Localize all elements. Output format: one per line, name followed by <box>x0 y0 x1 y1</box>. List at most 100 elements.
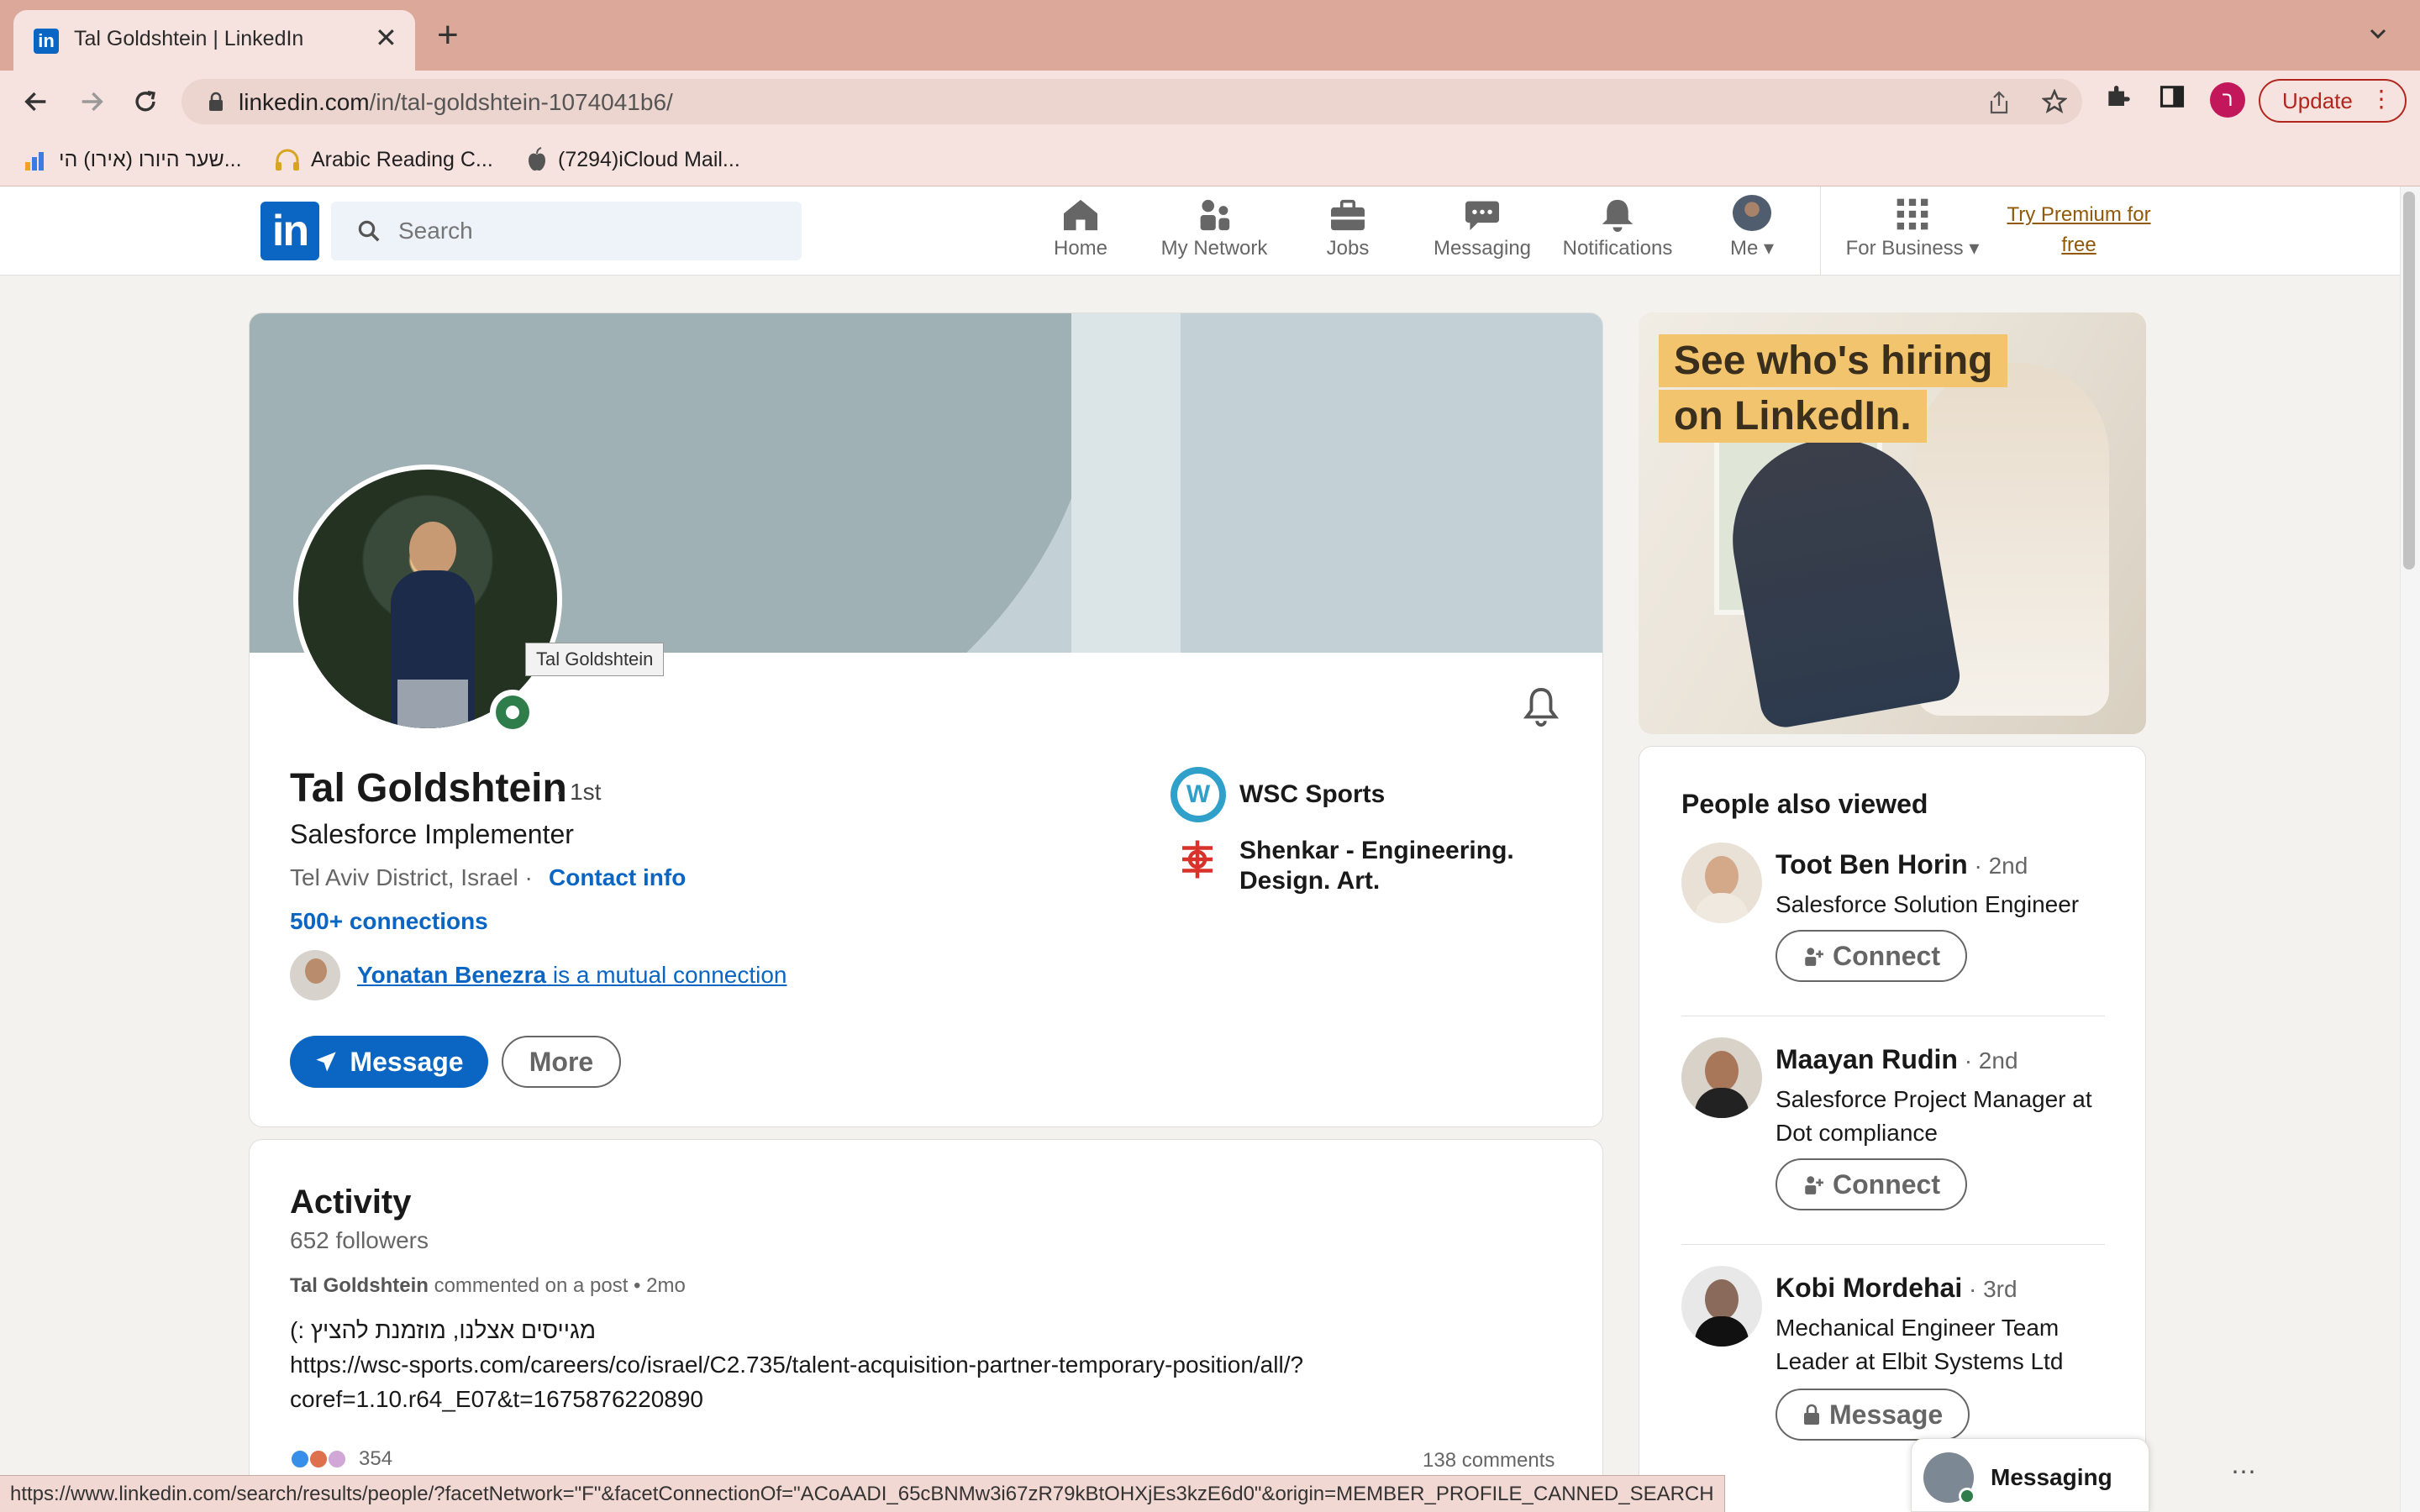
search-box[interactable] <box>331 202 802 260</box>
activity-section: Activity 652 followers Tal Goldshtein co… <box>249 1139 1603 1512</box>
nav-messaging[interactable]: Messaging <box>1425 195 1539 270</box>
scrollbar-thumb[interactable] <box>2403 192 2415 570</box>
nav-for-business-label: For Business ▾ <box>1845 237 1980 260</box>
grid-apps-icon <box>1897 198 1928 230</box>
message-button[interactable]: Message <box>290 1036 488 1088</box>
nav-notifications[interactable]: Notifications <box>1555 195 1681 270</box>
connect-label: Connect <box>1833 1168 1940 1200</box>
bookmark-item[interactable]: (7294)iCloud Mail... <box>526 143 740 176</box>
search-input[interactable] <box>398 212 785 250</box>
list-divider <box>1681 1244 2105 1245</box>
ad-headline-line1: See who's hiring <box>1659 334 2008 387</box>
person-name-link[interactable]: Toot Ben Horin · 2nd <box>1776 849 2028 880</box>
connection-degree: · 1st <box>555 779 602 805</box>
nav-my-network[interactable]: My Network <box>1151 195 1277 270</box>
share-icon[interactable] <box>1988 91 2010 114</box>
update-label: Update <box>2282 87 2353 113</box>
update-button[interactable]: Update ⋮ <box>2259 79 2407 123</box>
extensions-puzzle-icon[interactable] <box>2104 82 2131 109</box>
nav-divider <box>1820 186 1821 276</box>
add-person-icon <box>1805 1176 1823 1194</box>
connections-link[interactable]: 500+ connections <box>290 908 488 935</box>
nav-for-business[interactable]: For Business ▾ <box>1837 195 1988 270</box>
back-arrow-icon[interactable] <box>17 82 55 121</box>
me-avatar <box>1733 195 1771 231</box>
contact-info-link[interactable]: Contact info <box>549 864 686 891</box>
comments-count-link[interactable]: 138 comments <box>1423 1449 1555 1473</box>
more-button[interactable]: More <box>502 1036 621 1088</box>
person-avatar[interactable] <box>1681 1266 1762 1347</box>
current-company-link[interactable]: WSC Sports <box>1239 780 1385 809</box>
person-headline: Salesforce Solution Engineer <box>1776 891 2080 917</box>
premium-line2: free <box>2061 234 2096 256</box>
try-premium-link[interactable]: Try Premium for free <box>1996 200 2161 260</box>
bookmark-label: Arabic Reading C... <box>311 147 493 171</box>
nav-notifications-label: Notifications <box>1562 237 1673 260</box>
followers-count: 652 followers <box>290 1227 429 1253</box>
url-host: linkedin.com <box>239 89 370 115</box>
connect-button[interactable]: Connect <box>1776 930 1967 982</box>
mutual-connection-link[interactable]: Yonatan Benezra is a mutual connection <box>357 962 786 989</box>
bookmark-star-icon[interactable] <box>2042 89 2067 114</box>
activity-title: Activity <box>290 1184 412 1221</box>
lock-icon[interactable] <box>207 92 225 112</box>
bookmark-label: שער היורו (אירו) הי... <box>59 147 242 171</box>
link-status-bar: https://www.linkedin.com/search/results/… <box>0 1475 1725 1512</box>
mutual-connection-avatar[interactable] <box>290 950 340 1000</box>
follow-bell-icon[interactable] <box>1522 686 1560 728</box>
kebab-menu-icon[interactable]: ⋮ <box>2370 87 2393 111</box>
nav-me-label: Me ▾ <box>1729 237 1775 260</box>
reload-icon[interactable] <box>126 82 165 121</box>
address-bar[interactable]: linkedin.com/in/tal-goldshtein-1074041b6… <box>182 79 2082 124</box>
person-avatar[interactable] <box>1681 843 1762 923</box>
more-options-icon[interactable]: ⋯ <box>2231 1457 2256 1487</box>
reactions-summary[interactable]: 354 <box>290 1447 392 1471</box>
profile-name: Tal Goldshtein <box>290 766 567 811</box>
bookmark-item[interactable]: Arabic Reading C... <box>274 143 493 176</box>
browser-tab[interactable]: in Tal Goldshtein | LinkedIn ✕ <box>13 10 415 71</box>
briefcase-icon <box>1331 199 1365 231</box>
tab-close-icon[interactable]: ✕ <box>375 22 397 54</box>
person-name-link[interactable]: Maayan Rudin · 2nd <box>1776 1044 2018 1075</box>
shenkar-logo[interactable] <box>1172 834 1223 885</box>
connect-label: Connect <box>1833 940 1940 971</box>
people-also-viewed-title: People also viewed <box>1681 789 1928 819</box>
nav-me[interactable]: Me ▾ <box>1714 195 1790 270</box>
linkedin-global-nav: in Home My Network Jobs Messaging Notifi… <box>0 186 2400 276</box>
bookmark-label: (7294)iCloud Mail... <box>558 147 740 171</box>
bookmark-item[interactable]: שער היורו (אירו) הי... <box>24 143 242 176</box>
message-person-label: Message <box>1829 1399 1944 1430</box>
url-text[interactable]: linkedin.com/in/tal-goldshtein-1074041b6… <box>239 89 673 116</box>
forward-arrow-icon[interactable] <box>72 82 111 121</box>
message-person-button[interactable]: Message <box>1776 1389 1970 1441</box>
person-avatar[interactable] <box>1681 1037 1762 1118</box>
browser-profile-avatar[interactable]: ר <box>2210 82 2245 118</box>
nav-home[interactable]: Home <box>1039 195 1123 270</box>
like-reaction-icon <box>290 1449 310 1469</box>
person-headline: Salesforce Project Manager at Dot compli… <box>1776 1086 2092 1146</box>
shenkar-emblem-icon <box>1182 840 1213 879</box>
tab-title: Tal Goldshtein | LinkedIn <box>74 27 304 50</box>
wsc-sports-logo[interactable]: W <box>1171 767 1226 822</box>
profile-top-card: Tal Goldshtein Tal Goldshtein · 1st Sale… <box>249 312 1603 1127</box>
messaging-overlay[interactable]: Messaging ⋯ <box>1911 1438 2256 1512</box>
linkedin-logo[interactable]: in <box>260 202 319 260</box>
celebrate-reaction-icon <box>308 1449 329 1469</box>
browser-toolbar: linkedin.com/in/tal-goldshtein-1074041b6… <box>0 71 2420 133</box>
url-path: /in/tal-goldshtein-1074041b6/ <box>369 89 673 115</box>
hiring-ad-banner[interactable]: See who's hiring on LinkedIn. <box>1639 312 2146 734</box>
post-text-line: https://wsc-sports.com/careers/co/israel… <box>290 1352 1304 1378</box>
nav-jobs[interactable]: Jobs <box>1311 195 1385 270</box>
connect-button[interactable]: Connect <box>1776 1158 1967 1210</box>
education-link[interactable]: Shenkar - Engineering. Design. Art. <box>1239 836 1542 896</box>
ad-headline-line2: on LinkedIn. <box>1659 390 1927 443</box>
new-tab-icon[interactable]: + <box>437 17 459 54</box>
search-icon <box>358 220 380 242</box>
person-name-link[interactable]: Kobi Mordehai · 3rd <box>1776 1273 2018 1304</box>
post-text-line: מגייסים אצלנו, מוזמנת להציץ :) <box>290 1317 597 1343</box>
post-text[interactable]: מגייסים אצלנו, מוזמנת להציץ :) https://w… <box>290 1313 1517 1416</box>
tab-search-chevron-icon[interactable] <box>2368 24 2388 44</box>
home-icon <box>1064 199 1097 231</box>
side-panel-icon[interactable] <box>2160 84 2185 109</box>
nav-home-label: Home <box>1053 237 1108 260</box>
